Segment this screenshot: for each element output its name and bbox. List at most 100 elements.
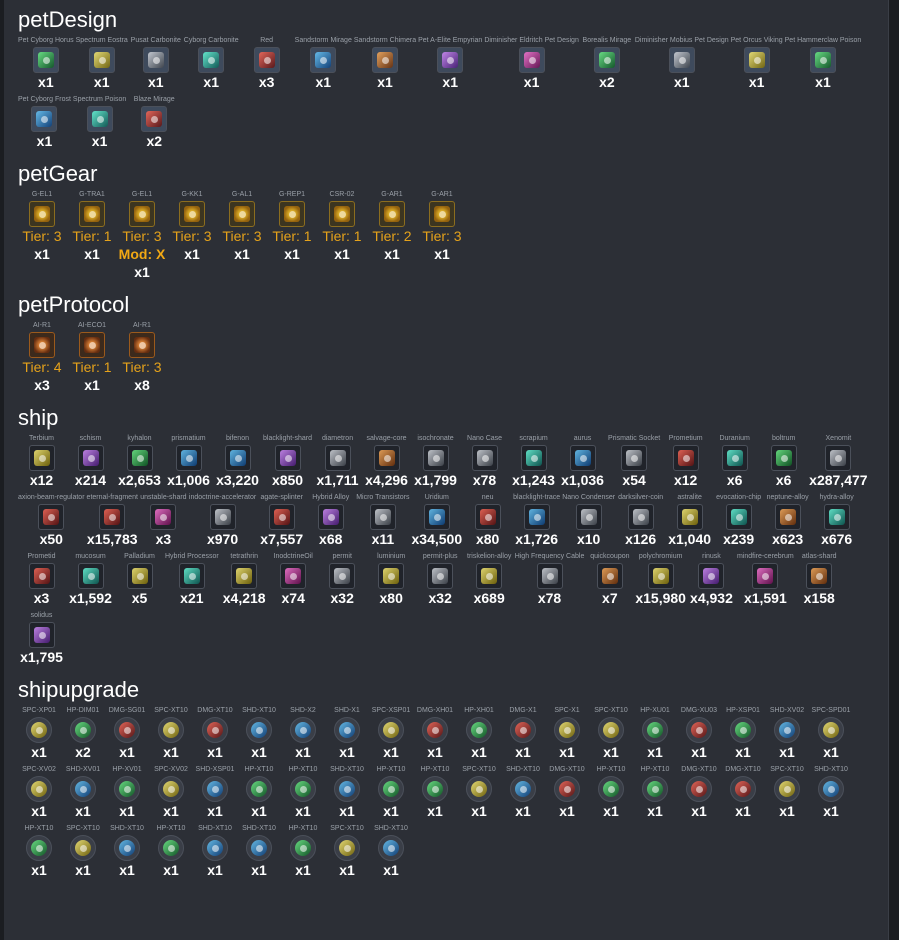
inventory-item[interactable]: Sandstorm Mirage x1 [295,36,352,91]
item-icon[interactable] [429,201,455,227]
item-icon[interactable] [209,504,236,530]
inventory-item[interactable]: HP-XT10 x1 [18,824,60,879]
item-icon[interactable] [476,563,503,589]
item-icon[interactable] [510,776,536,802]
item-icon[interactable] [324,445,351,471]
inventory-item[interactable]: HP-XV01 x1 [106,765,148,820]
item-icon[interactable] [422,776,448,802]
inventory-item[interactable]: kyhalon x2,653 [116,434,163,489]
item-icon[interactable] [378,717,404,743]
item-icon[interactable] [730,717,756,743]
inventory-item[interactable]: blacklight-trace x1,726 [513,493,560,548]
inventory-item[interactable]: InodctrineOil x74 [270,552,317,607]
inventory-item[interactable]: CSR-02 Tier: 1 x1 [318,190,366,263]
inventory-item[interactable]: HP-XT10 x1 [282,824,324,879]
item-icon[interactable] [29,201,55,227]
inventory-item[interactable]: indoctrine-accelerator x970 [189,493,256,548]
item-icon[interactable] [231,563,258,589]
item-icon[interactable] [26,717,52,743]
item-icon[interactable] [569,445,596,471]
item-icon[interactable] [379,201,405,227]
item-icon[interactable] [598,776,624,802]
item-icon[interactable] [575,504,602,530]
inventory-item[interactable]: Pet Cyborg Horus x1 [18,36,74,91]
item-icon[interactable] [290,835,316,861]
inventory-item[interactable]: bifenon x3,220 [214,434,261,489]
item-icon[interactable] [378,835,404,861]
item-icon[interactable] [31,106,58,132]
inventory-item[interactable]: neptune-alloy x623 [764,493,811,548]
item-icon[interactable] [422,445,449,471]
item-icon[interactable] [334,835,360,861]
item-icon[interactable] [79,201,105,227]
item-icon[interactable] [129,201,155,227]
inventory-item[interactable]: luminium x80 [368,552,415,607]
inventory-item[interactable]: HP-XU01 x1 [634,706,676,761]
inventory-item[interactable]: eternal-fragment x15,783 [87,493,138,548]
item-icon[interactable] [676,504,703,530]
item-icon[interactable] [730,776,756,802]
inventory-item[interactable]: Uridium x34,500 [412,493,463,548]
inventory-item[interactable]: HP-XT10 x1 [370,765,412,820]
item-icon[interactable] [142,47,169,73]
item-icon[interactable] [423,504,450,530]
inventory-item[interactable]: SPC-XT10 x1 [590,706,632,761]
item-icon[interactable] [825,445,852,471]
inventory-item[interactable]: agate-splinter x7,557 [258,493,305,548]
inventory-item[interactable]: G-EL1 Tier: 3 x1 [18,190,66,263]
inventory-item[interactable]: SPC-XV02 x1 [150,765,192,820]
inventory-item[interactable]: SPC-XP01 x1 [18,706,60,761]
item-icon[interactable] [466,776,492,802]
inventory-item[interactable]: G-REP1 Tier: 1 x1 [268,190,316,263]
inventory-item[interactable]: SHD-XT10 x1 [238,706,280,761]
item-icon[interactable] [373,445,400,471]
inventory-item[interactable]: SPC-SPD01 x1 [810,706,852,761]
inventory-item[interactable]: Pusat Carbonite x1 [130,36,182,91]
item-icon[interactable] [126,445,153,471]
item-icon[interactable] [474,504,501,530]
item-icon[interactable] [823,504,850,530]
inventory-item[interactable]: SHD-XT10 x1 [326,765,368,820]
item-icon[interactable] [26,835,52,861]
inventory-item[interactable]: SPC-XT10 x1 [62,824,104,879]
item-icon[interactable] [818,717,844,743]
inventory-item[interactable]: Pet A-Elite Empyrian x1 [418,36,482,91]
inventory-item[interactable]: Borealis Mirage x2 [581,36,633,91]
item-icon[interactable] [70,776,96,802]
item-icon[interactable] [536,563,563,589]
item-icon[interactable] [593,47,620,73]
item-icon[interactable] [520,445,547,471]
item-icon[interactable] [150,504,177,530]
item-icon[interactable] [371,47,398,73]
inventory-item[interactable]: schism x214 [67,434,114,489]
inventory-item[interactable]: SPC-XT10 x1 [766,765,808,820]
item-icon[interactable] [32,47,59,73]
inventory-item[interactable]: DMG-XT10 x1 [678,765,720,820]
item-icon[interactable] [70,835,96,861]
item-icon[interactable] [70,717,96,743]
inventory-item[interactable]: G-AR1 Tier: 2 x1 [368,190,416,263]
inventory-item[interactable]: SHD-XSP01 x1 [194,765,236,820]
inventory-item[interactable]: aurus x1,036 [559,434,606,489]
inventory-item[interactable]: G-TRA1 Tier: 1 x1 [68,190,116,263]
inventory-item[interactable]: Nano Condenser x10 [562,493,615,548]
inventory-item[interactable]: permit-plus x32 [417,552,464,607]
item-icon[interactable] [268,504,295,530]
item-icon[interactable] [378,563,405,589]
inventory-item[interactable]: Duranium x6 [711,434,758,489]
inventory-item[interactable]: SHD-XV01 x1 [62,765,104,820]
item-icon[interactable] [668,47,695,73]
item-icon[interactable] [178,563,205,589]
inventory-item[interactable]: DMG-XT10 x1 [194,706,236,761]
item-icon[interactable] [202,776,228,802]
inventory-item[interactable]: SPC-XV02 x1 [18,765,60,820]
inventory-item[interactable]: polychromium x15,980 [635,552,686,607]
inventory-item[interactable]: HP-XT10 x1 [590,765,632,820]
inventory-item[interactable]: Hybrid Alloy x68 [307,493,354,548]
inventory-item[interactable]: Diminisher Eldritch Pet Design x1 [484,36,579,91]
item-icon[interactable] [818,776,844,802]
item-icon[interactable] [598,717,624,743]
inventory-item[interactable]: Sandstorm Chimera x1 [354,36,416,91]
inventory-item[interactable]: isochronate x1,799 [412,434,459,489]
inventory-item[interactable]: G-AL1 Tier: 3 x1 [218,190,266,263]
